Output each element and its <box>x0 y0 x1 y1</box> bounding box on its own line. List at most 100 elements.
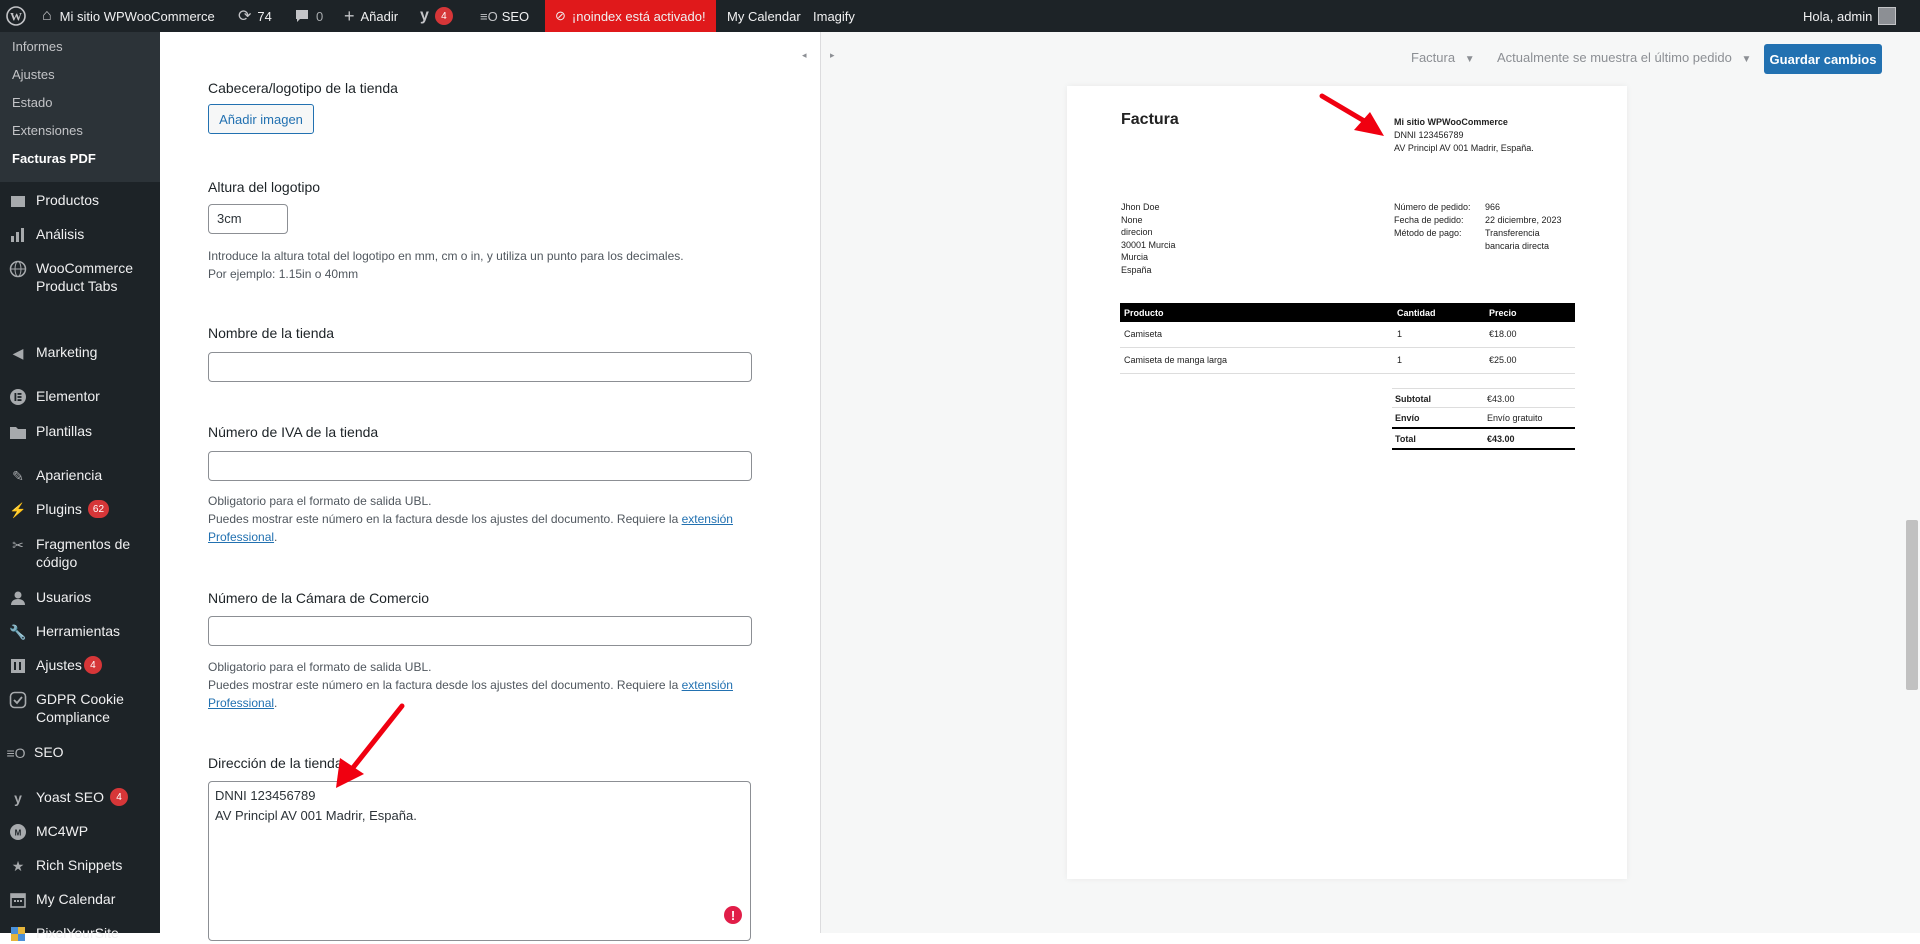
wordpress-logo-icon[interactable]: W <box>6 0 26 32</box>
sidebar-item-label: Yoast SEO <box>36 789 104 805</box>
save-changes-label: Guardar cambios <box>1769 51 1877 67</box>
shipping-value: Envío gratuito <box>1487 413 1543 423</box>
sidebar-item-plugins[interactable]: ⚡ Plugins 62 <box>0 500 160 520</box>
order-data-labels: Número de pedido: Fecha de pedido: Métod… <box>1394 201 1471 240</box>
logo-help-line-2: Por ejemplo: 1.15in o 40mm <box>208 267 359 281</box>
submenu-item-estado[interactable]: Estado <box>12 95 52 110</box>
shipping-label: Envío <box>1395 413 1420 423</box>
coc-help: Obligatorio para el formato de salida UB… <box>208 660 733 710</box>
chevron-down-icon: ▼ <box>1464 54 1475 65</box>
comments-link[interactable]: 0 <box>294 0 323 32</box>
scissors-icon: ✂ <box>12 536 24 553</box>
payment-method-line-1: Transferencia <box>1485 228 1540 238</box>
coc-professional-link[interactable]: Professional <box>208 696 274 710</box>
sidebar-item-gdpr[interactable]: GDPR Cookie Compliance <box>0 690 160 726</box>
logo-height-input[interactable]: 3cm <box>208 204 288 234</box>
sidebar-item-apariencia[interactable]: ✎ Apariencia <box>0 466 160 486</box>
seo-menu[interactable]: ≡O SEO <box>480 0 529 32</box>
sidebar-item-herramientas[interactable]: 🔧 Herramientas <box>0 622 160 642</box>
updates-icon: ⟳ <box>238 8 252 25</box>
sidebar-item-mc4wp[interactable]: M MC4WP <box>0 822 160 842</box>
avatar <box>1878 7 1897 25</box>
vat-input[interactable] <box>208 451 752 481</box>
invoice-preview: Factura Mi sitio WPWooCommerce DNNI 1234… <box>1067 86 1627 879</box>
updates-link[interactable]: ⟳ 74 <box>238 0 272 32</box>
noindex-warning[interactable]: ⊘ ¡noindex está activado! <box>545 0 716 32</box>
sidebar-item-label: Fragmentos de código <box>36 536 131 570</box>
sidebar-item-usuarios[interactable]: Usuarios <box>0 588 160 608</box>
vat-extension-link[interactable]: extensión <box>682 512 733 526</box>
plugins-badge: 62 <box>87 500 110 518</box>
save-changes-button[interactable]: Guardar cambios <box>1764 44 1882 74</box>
sidebar-item-label: My Calendar <box>36 891 116 907</box>
vat-help-line-1: Obligatorio para el formato de salida UB… <box>208 494 432 508</box>
comment-icon <box>296 10 308 22</box>
seo-label: SEO <box>501 8 530 24</box>
sidebar-item-yoast[interactable]: y Yoast SEO 4 <box>0 788 160 808</box>
submenu-item-ajustes[interactable]: Ajustes <box>12 67 55 82</box>
total-row: Total €43.00 <box>1392 429 1575 450</box>
col-quantity: Cantidad <box>1397 308 1436 318</box>
shop-line-2: AV Principl AV 001 Madrir, España. <box>1394 143 1534 153</box>
billing-address: Jhon Doe None direcion 30001 Murcia Murc… <box>1121 201 1176 276</box>
ajustes-badge: 4 <box>83 656 102 674</box>
warning-icon: ! <box>724 906 742 924</box>
customer-line: None <box>1121 214 1143 225</box>
collapse-left-icon[interactable]: ◂ <box>802 50 807 61</box>
sidebar-item-product-tabs[interactable]: WooCommerce Product Tabs <box>0 259 160 295</box>
invoice-title: Factura <box>1121 111 1179 128</box>
sidebar-item-label: MC4WP <box>36 823 89 839</box>
sidebar-item-label: Ajustes <box>36 657 82 673</box>
yoast-sidebar-badge: 4 <box>109 788 128 806</box>
store-name-input[interactable] <box>208 352 752 382</box>
page-scrollbar[interactable] <box>1906 520 1918 690</box>
store-address-textarea[interactable]: DNNI 123456789 AV Principl AV 001 Madrir… <box>208 781 751 941</box>
collapse-right-icon[interactable]: ▸ <box>830 50 835 61</box>
sidebar-item-marketing[interactable]: ◀ Marketing <box>0 343 160 363</box>
home-icon: ⌂ <box>42 7 52 24</box>
sidebar-item-seo[interactable]: ≡O SEO <box>0 743 160 763</box>
customer-line: Jhon Doe <box>1121 202 1160 212</box>
col-product: Producto <box>1124 308 1164 318</box>
sidebar-item-label: Productos <box>36 192 100 208</box>
yoast-badge: 4 <box>434 7 453 25</box>
sidebar-item-label: Marketing <box>36 344 98 360</box>
submenu-item-facturas-pdf[interactable]: Facturas PDF <box>12 151 96 166</box>
logo-height-label: Altura del logotipo <box>208 179 321 195</box>
admin-sidebar: Informes Ajustes Estado Extensiones Fact… <box>0 32 160 941</box>
vat-professional-link[interactable]: Professional <box>208 530 274 544</box>
imagify-link[interactable]: Imagify <box>813 0 855 32</box>
my-calendar-link[interactable]: My Calendar <box>727 0 801 32</box>
items-table-header: Producto Cantidad Precio <box>1120 303 1575 322</box>
order-select[interactable]: Actualmente se muestra el último pedido … <box>1497 50 1751 65</box>
coc-extension-link[interactable]: extensión <box>682 678 733 692</box>
sidebar-item-plantillas[interactable]: Plantillas <box>0 422 160 442</box>
sidebar-item-ajustes[interactable]: Ajustes 4 <box>0 656 160 676</box>
sidebar-item-pixelyoursite[interactable]: PixelYourSite <box>0 924 160 944</box>
bar-chart-icon <box>8 225 28 245</box>
site-name-link[interactable]: ⌂ Mi sitio WPWooCommerce <box>42 0 215 32</box>
sidebar-item-productos[interactable]: Productos <box>0 191 160 211</box>
table-row: Camiseta 1 €18.00 <box>1120 322 1575 348</box>
sidebar-item-elementor[interactable]: Elementor <box>0 387 160 407</box>
sidebar-item-analisis[interactable]: Análisis <box>0 225 160 245</box>
megaphone-icon: ◀ <box>12 344 24 361</box>
sidebar-item-fragmentos[interactable]: ✂ Fragmentos de código <box>0 535 160 571</box>
seo-icon: ≡O <box>6 745 26 761</box>
document-type-select[interactable]: Factura ▼ <box>1411 50 1475 65</box>
account-menu[interactable]: Hola, admin <box>1803 0 1897 32</box>
wrench-icon: 🔧 <box>9 623 27 640</box>
imagify-label: Imagify <box>813 8 855 24</box>
add-new-link[interactable]: + Añadir <box>344 0 398 32</box>
yoast-menu[interactable]: y 4 <box>420 0 453 32</box>
submenu-item-informes[interactable]: Informes <box>12 39 63 54</box>
submenu-item-extensiones[interactable]: Extensiones <box>12 123 83 138</box>
sidebar-item-label: Plantillas <box>36 423 93 439</box>
row-price: €18.00 <box>1489 329 1517 339</box>
add-image-button[interactable]: Añadir imagen <box>208 104 314 134</box>
plug-icon: ⚡ <box>9 501 27 518</box>
sidebar-item-rich-snippets[interactable]: ★ Rich Snippets <box>0 856 160 876</box>
coc-input[interactable] <box>208 616 752 646</box>
sidebar-item-label: GDPR Cookie Compliance <box>36 691 124 725</box>
sidebar-item-my-calendar[interactable]: My Calendar <box>0 890 160 910</box>
